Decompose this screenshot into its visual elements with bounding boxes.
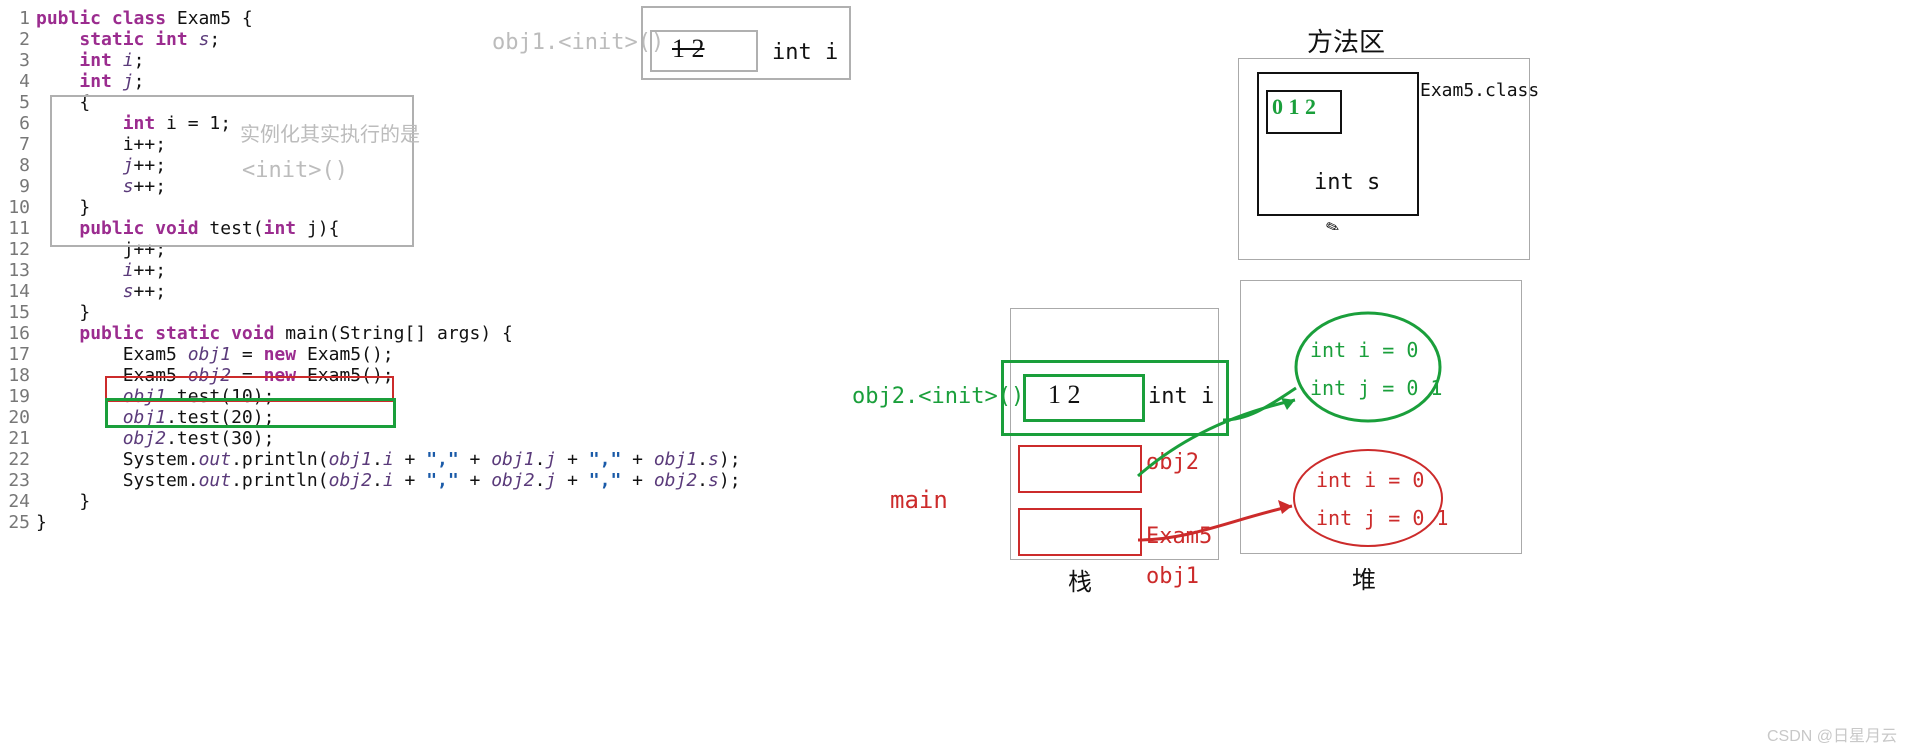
obj2-int-i-label: int i (1148, 384, 1214, 409)
code-line: 23 System.out.println(obj2.i + "," + obj… (0, 470, 741, 491)
line-number: 3 (0, 50, 36, 71)
method-area-title: 方法区 (1307, 22, 1385, 59)
method-area-int-s: int s (1314, 170, 1380, 195)
heap-obj1-int-j: int j = 0 1 (1316, 506, 1448, 530)
line-number: 4 (0, 71, 36, 92)
line-source: i++; (36, 260, 166, 281)
line-number: 7 (0, 134, 36, 155)
obj2-init-label: obj2.<init>() (852, 384, 1024, 409)
code-line: 15 } (0, 302, 741, 323)
code-line: 4 int j; (0, 71, 741, 92)
code-line: 1public class Exam5 { (0, 8, 741, 29)
stack-obj1-label: obj1 (1146, 564, 1199, 589)
heap-title: 堆 (1352, 560, 1376, 595)
line-number: 14 (0, 281, 36, 302)
line-source: } (36, 302, 90, 323)
code-line: 14 s++; (0, 281, 741, 302)
line-source: obj2.test(30); (36, 428, 274, 449)
code-line: 25} (0, 512, 741, 533)
line-number: 13 (0, 260, 36, 281)
line-number: 15 (0, 302, 36, 323)
line-number: 22 (0, 449, 36, 470)
line-source: int i; (36, 50, 144, 71)
code-editor: 1public class Exam5 {2 static int s;3 in… (0, 8, 741, 533)
line-number: 21 (0, 428, 36, 449)
stack-obj1-slot (1018, 508, 1142, 556)
stack-title: 栈 (1068, 562, 1092, 597)
obj2-int-i-box (1023, 374, 1145, 422)
line-number: 1 (0, 8, 36, 29)
grey-hint-line1: 实例化其实执行的是 (240, 118, 420, 147)
heap-obj1-int-i: int i = 0 (1316, 468, 1424, 492)
line-number: 19 (0, 386, 36, 407)
line-source: public class Exam5 { (36, 8, 253, 29)
code-line: 17 Exam5 obj1 = new Exam5(); (0, 344, 741, 365)
line-number: 10 (0, 197, 36, 218)
line-number: 25 (0, 512, 36, 533)
line-number: 16 (0, 323, 36, 344)
obj2-scratch: 1 2 (1048, 380, 1081, 410)
line-source: public static void main(String[] args) { (36, 323, 513, 344)
line-number: 11 (0, 218, 36, 239)
obj1-scratch: 1 2 (672, 34, 705, 64)
stack-obj2-slot (1018, 445, 1142, 493)
line-number: 17 (0, 344, 36, 365)
line-number: 20 (0, 407, 36, 428)
line-number: 18 (0, 365, 36, 386)
line-number: 8 (0, 155, 36, 176)
exam5-class-label: Exam5.class (1420, 80, 1539, 101)
obj1-init-label: obj1.<init>() (492, 30, 664, 55)
obj2-new-box (105, 398, 396, 428)
line-number: 24 (0, 491, 36, 512)
line-source: s++; (36, 281, 166, 302)
code-line: 21 obj2.test(30); (0, 428, 741, 449)
line-source: System.out.println(obj2.i + "," + obj2.j… (36, 470, 741, 491)
code-line: 22 System.out.println(obj1.i + "," + obj… (0, 449, 741, 470)
line-number: 12 (0, 239, 36, 260)
line-source: } (36, 491, 90, 512)
heap-obj2-int-j: int j = 0 1 (1310, 376, 1442, 400)
line-source: Exam5 obj1 = new Exam5(); (36, 344, 394, 365)
obj1-int-i-label: int i (772, 40, 838, 65)
grey-hint-line2: <init>() (242, 158, 348, 183)
method-area-scratch: 0 1 2 (1272, 94, 1316, 120)
heap-obj2-int-i: int i = 0 (1310, 338, 1418, 362)
line-number: 9 (0, 176, 36, 197)
line-source: static int s; (36, 29, 220, 50)
main-label: main (890, 486, 948, 514)
line-number: 23 (0, 470, 36, 491)
line-number: 5 (0, 92, 36, 113)
diagram-root: 1public class Exam5 {2 static int s;3 in… (0, 0, 1917, 754)
line-number: 2 (0, 29, 36, 50)
stack-exam5-label: Exam5 (1146, 524, 1212, 549)
code-line: 13 i++; (0, 260, 741, 281)
watermark: CSDN @日星月云 (1767, 722, 1897, 746)
code-line: 16 public static void main(String[] args… (0, 323, 741, 344)
stack-obj2-label: obj2 (1146, 450, 1199, 475)
code-line: 24 } (0, 491, 741, 512)
line-number: 6 (0, 113, 36, 134)
line-source: int j; (36, 71, 144, 92)
line-source: } (36, 512, 47, 533)
line-source: System.out.println(obj1.i + "," + obj1.j… (36, 449, 741, 470)
